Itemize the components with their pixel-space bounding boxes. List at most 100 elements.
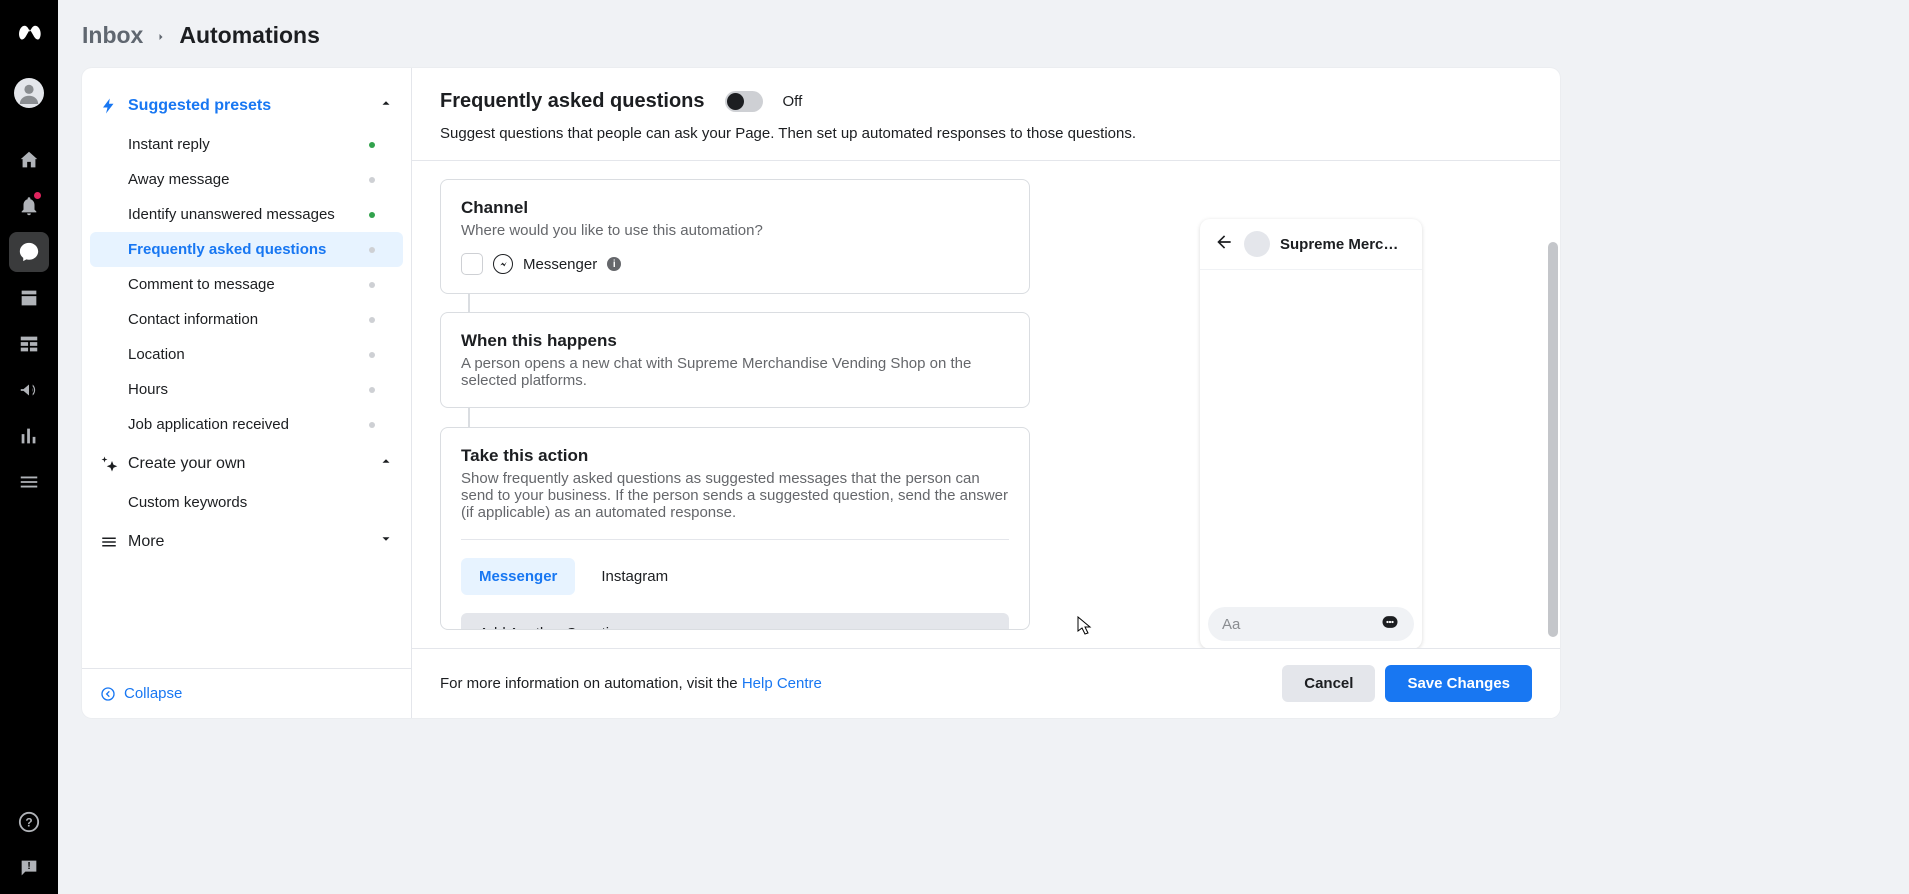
tab-instagram[interactable]: Instagram bbox=[583, 558, 686, 595]
chat-back-button[interactable] bbox=[1214, 232, 1234, 257]
chevron-up-icon bbox=[379, 96, 393, 115]
svg-text:?: ? bbox=[25, 816, 32, 830]
chevron-down-icon bbox=[379, 532, 393, 551]
card-body: A person opens a new chat with Supreme M… bbox=[461, 355, 1009, 389]
collapse-sidebar-button[interactable]: Collapse bbox=[82, 668, 411, 718]
notification-dot-icon bbox=[34, 192, 41, 199]
flow-area: Channel Where would you like to use this… bbox=[412, 160, 1560, 648]
chat-suggestions-icon[interactable] bbox=[1380, 612, 1400, 636]
rail-help[interactable]: ? bbox=[9, 802, 49, 842]
main-panel: Suggested presets Instant reply Away mes… bbox=[82, 68, 1560, 718]
svg-text:!: ! bbox=[27, 861, 30, 872]
sidebar-item-job-application[interactable]: Job application received bbox=[90, 407, 403, 442]
toggle-knob-icon bbox=[727, 93, 744, 110]
card-body: Show frequently asked questions as sugge… bbox=[461, 470, 1009, 521]
chevron-up-icon bbox=[379, 454, 393, 473]
status-dot-icon bbox=[369, 352, 375, 358]
rail-posts[interactable] bbox=[9, 278, 49, 318]
card-title: Channel bbox=[461, 198, 1009, 218]
breadcrumb-inbox[interactable]: Inbox bbox=[82, 22, 143, 49]
help-centre-link[interactable]: Help Centre bbox=[742, 675, 822, 692]
status-dot-icon bbox=[369, 142, 375, 148]
editor-footer: For more information on automation, visi… bbox=[412, 648, 1560, 718]
footer-text: For more information on automation, visi… bbox=[440, 675, 822, 692]
channel-messenger-checkbox[interactable] bbox=[461, 253, 483, 275]
sidebar-item-label: Frequently asked questions bbox=[128, 241, 326, 258]
chat-input[interactable]: Aa bbox=[1208, 607, 1414, 641]
profile-avatar[interactable] bbox=[14, 78, 44, 108]
card-channel: Channel Where would you like to use this… bbox=[440, 179, 1030, 294]
chat-card: Supreme Merc… Aa bbox=[1200, 219, 1422, 648]
rail-feedback[interactable]: ! bbox=[9, 848, 49, 888]
chat-body bbox=[1200, 270, 1422, 599]
bolt-icon bbox=[100, 97, 118, 115]
info-icon[interactable]: i bbox=[607, 257, 621, 271]
section-title: Suggested presets bbox=[128, 97, 271, 115]
sidebar-item-faq[interactable]: Frequently asked questions bbox=[90, 232, 403, 267]
flow-column: Channel Where would you like to use this… bbox=[440, 179, 1030, 630]
sidebar-item-hours[interactable]: Hours bbox=[90, 372, 403, 407]
sidebar-item-contact-information[interactable]: Contact information bbox=[90, 302, 403, 337]
add-question-label: Add Another Question bbox=[479, 625, 626, 630]
messenger-icon bbox=[493, 254, 513, 274]
rail-inbox[interactable] bbox=[9, 232, 49, 272]
chat-page-name: Supreme Merc… bbox=[1280, 236, 1398, 253]
section-more[interactable]: More bbox=[82, 520, 411, 563]
flow-connector-icon bbox=[468, 294, 470, 312]
rail-planner[interactable] bbox=[9, 324, 49, 364]
channel-label: Messenger bbox=[523, 256, 597, 273]
breadcrumb-automations: Automations bbox=[179, 22, 320, 49]
status-dot-icon bbox=[369, 387, 375, 393]
chat-avatar bbox=[1244, 231, 1270, 257]
sidebar-item-label: Away message bbox=[128, 171, 229, 188]
add-question-button[interactable]: Add Another Question bbox=[461, 613, 1009, 630]
sidebar-item-label: Hours bbox=[128, 381, 168, 398]
rail-all-tools[interactable] bbox=[9, 462, 49, 502]
sidebar-item-instant-reply[interactable]: Instant reply bbox=[90, 127, 403, 162]
toggle-state-label: Off bbox=[783, 93, 803, 110]
automation-editor: Frequently asked questions Off Suggest q… bbox=[412, 68, 1560, 718]
editor-header: Frequently asked questions Off Suggest q… bbox=[412, 68, 1560, 160]
section-create-your-own[interactable]: Create your own bbox=[82, 442, 411, 485]
card-subtitle: Where would you like to use this automat… bbox=[461, 222, 1009, 239]
status-dot-icon bbox=[369, 177, 375, 183]
page-description: Suggest questions that people can ask yo… bbox=[440, 125, 1532, 142]
sidebar-item-label: Custom keywords bbox=[128, 494, 247, 511]
footer-text-prefix: For more information on automation, visi… bbox=[440, 675, 742, 692]
sidebar-item-identify-unanswered[interactable]: Identify unanswered messages bbox=[90, 197, 403, 232]
sidebar-item-away-message[interactable]: Away message bbox=[90, 162, 403, 197]
app-rail: ? ! bbox=[0, 0, 58, 894]
sidebar-item-label: Location bbox=[128, 346, 185, 363]
card-title: Take this action bbox=[461, 446, 1009, 466]
collapse-icon bbox=[100, 686, 116, 702]
cancel-button[interactable]: Cancel bbox=[1282, 665, 1375, 702]
enable-toggle[interactable] bbox=[725, 91, 763, 112]
section-title: More bbox=[128, 533, 164, 551]
section-title: Create your own bbox=[128, 455, 245, 473]
sidebar-item-comment-to-message[interactable]: Comment to message bbox=[90, 267, 403, 302]
tab-messenger[interactable]: Messenger bbox=[461, 558, 575, 595]
card-title: When this happens bbox=[461, 331, 1009, 351]
sidebar-item-custom-keywords[interactable]: Custom keywords bbox=[90, 485, 403, 520]
scrollbar[interactable] bbox=[1548, 242, 1558, 637]
rail-notifications[interactable] bbox=[9, 186, 49, 226]
sidebar-item-label: Job application received bbox=[128, 416, 289, 433]
collapse-label: Collapse bbox=[124, 685, 182, 702]
chat-preview: Supreme Merc… Aa bbox=[1090, 179, 1532, 630]
sidebar-item-location[interactable]: Location bbox=[90, 337, 403, 372]
rail-ads[interactable] bbox=[9, 370, 49, 410]
status-dot-icon bbox=[369, 247, 375, 253]
section-suggested-presets[interactable]: Suggested presets bbox=[82, 84, 411, 127]
rail-insights[interactable] bbox=[9, 416, 49, 456]
page-title: Frequently asked questions bbox=[440, 90, 705, 113]
status-dot-icon bbox=[369, 317, 375, 323]
automation-sidebar: Suggested presets Instant reply Away mes… bbox=[82, 68, 412, 718]
breadcrumb: Inbox Automations bbox=[82, 22, 320, 49]
rail-home[interactable] bbox=[9, 140, 49, 180]
save-button[interactable]: Save Changes bbox=[1385, 665, 1532, 702]
card-action: Take this action Show frequently asked q… bbox=[440, 427, 1030, 630]
sidebar-item-label: Instant reply bbox=[128, 136, 210, 153]
status-dot-icon bbox=[369, 212, 375, 218]
sparkle-icon bbox=[100, 455, 118, 473]
meta-logo-icon bbox=[13, 16, 45, 48]
